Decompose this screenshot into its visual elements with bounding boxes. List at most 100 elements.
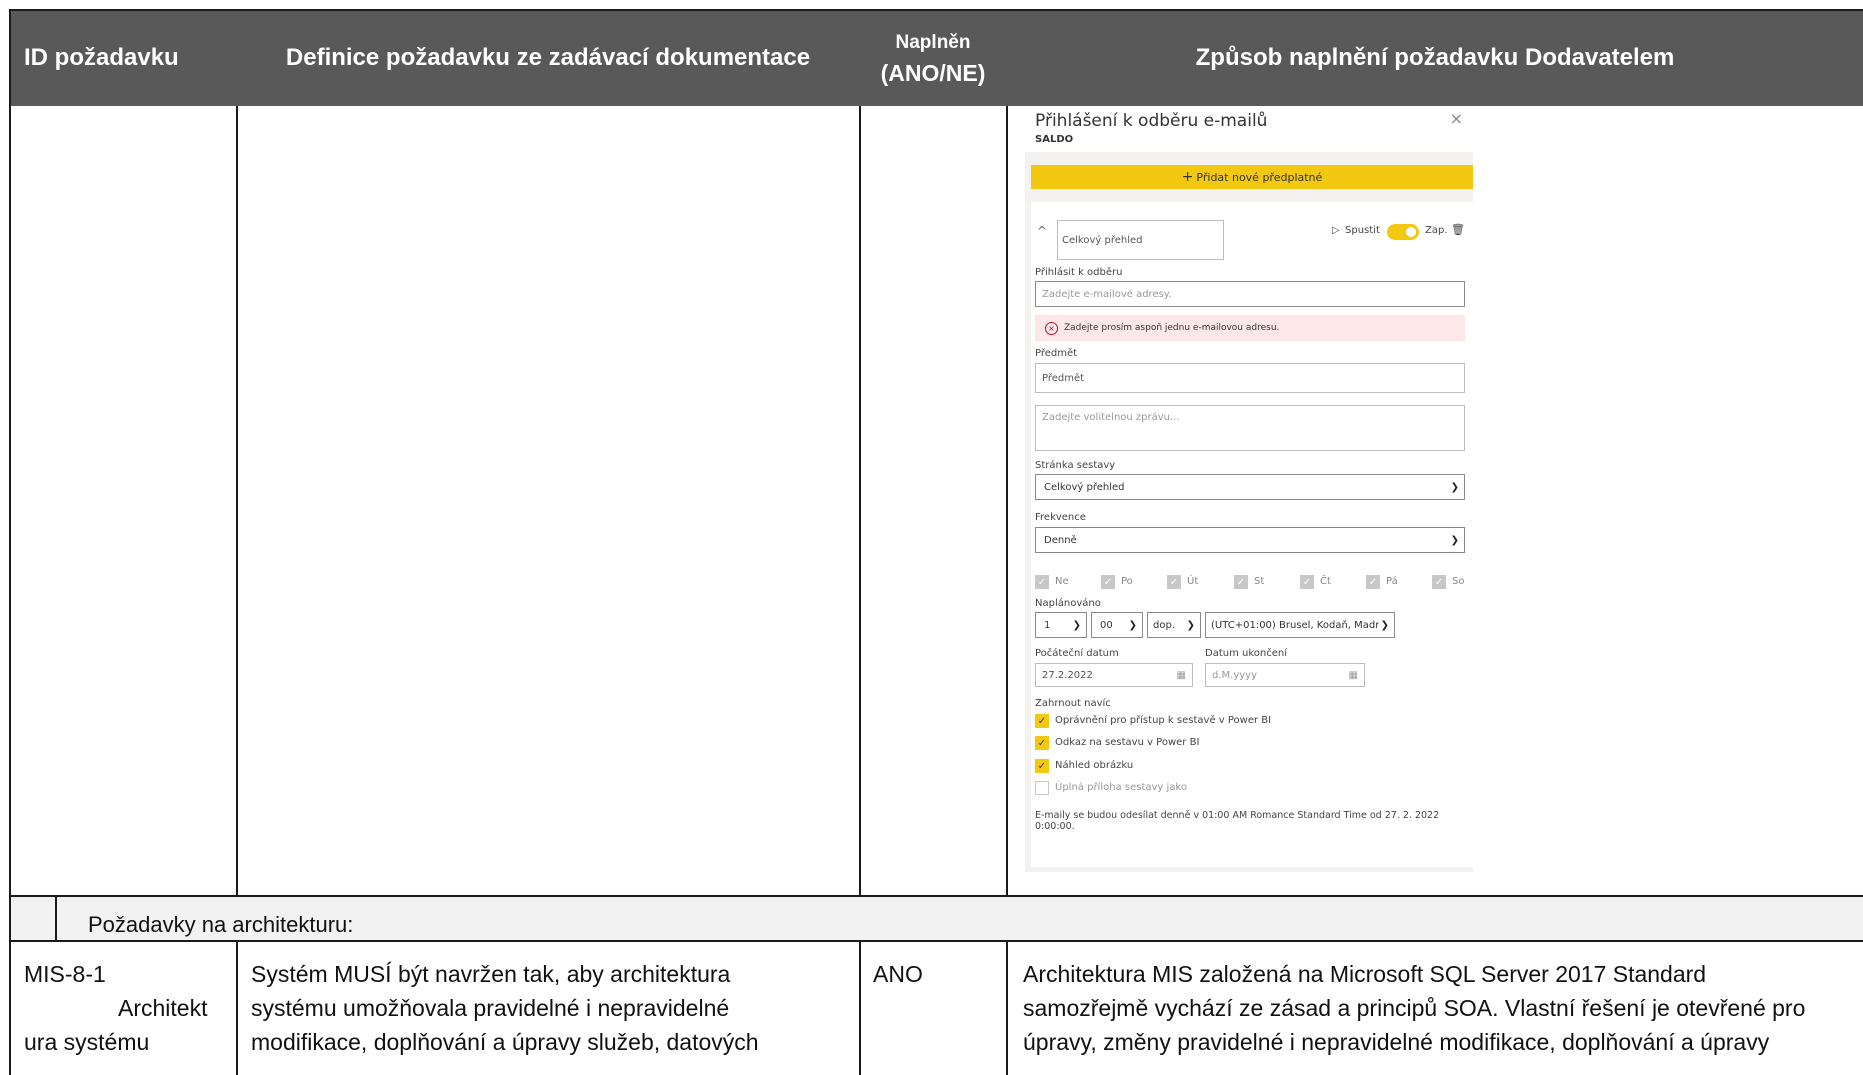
col-divider-4 bbox=[236, 941, 238, 1075]
schedule-summary-line2: 0:00:00. bbox=[1035, 821, 1075, 832]
error-message: Zadejte prosím aspoň jednu e-mailovou ad… bbox=[1064, 323, 1280, 333]
include-label-link: Odkaz na sestavu v Power BI bbox=[1055, 737, 1200, 748]
header-fulfilled-line2: (ANO/NE) bbox=[880, 60, 986, 86]
col-divider-6 bbox=[1006, 941, 1008, 1075]
row-method-line2: samozřejmě vychází ze zásad a principů S… bbox=[1023, 995, 1806, 1021]
include-label-permissions: Oprávnění pro přístup k sestavě v Power … bbox=[1055, 715, 1272, 726]
frequency-label: Frekvence bbox=[1035, 512, 1086, 523]
chevron-down-icon: ❯ bbox=[1450, 534, 1459, 546]
header-fulfilled: Naplněn (ANO/NE) bbox=[860, 10, 1006, 106]
start-date-label: Počáteční datum bbox=[1035, 648, 1119, 659]
add-subscription-button[interactable]: + Přidat nové předplatné bbox=[1031, 165, 1473, 189]
email-input[interactable]: Zadejte e-mailové adresy. bbox=[1035, 281, 1465, 307]
include-label-attachment: Úplná příloha sestavy jako bbox=[1055, 782, 1187, 793]
subscription-screenshot: Přihlášení k odběru e-mailů SALDO × + Př… bbox=[1025, 107, 1473, 877]
day-checkbox-ct[interactable]: ✓ bbox=[1300, 575, 1314, 589]
include-checkbox-attachment[interactable] bbox=[1035, 781, 1049, 795]
day-label-ct: Čt bbox=[1320, 576, 1331, 587]
end-date-placeholder: d.M.yyyy bbox=[1212, 669, 1258, 681]
run-icon[interactable]: ▷ bbox=[1332, 225, 1340, 236]
minute-select[interactable]: 00 ❯ bbox=[1091, 612, 1143, 638]
start-date-value: 27.2.2022 bbox=[1042, 669, 1093, 681]
day-label-po: Po bbox=[1121, 576, 1133, 587]
include-label: Zahrnout navíc bbox=[1035, 698, 1111, 709]
dialog-subtitle: SALDO bbox=[1035, 134, 1074, 145]
calendar-icon[interactable]: ▦ bbox=[1177, 670, 1186, 681]
ampm-value: dop. bbox=[1153, 619, 1175, 631]
row-id-line2: Architekt bbox=[118, 995, 208, 1021]
row-id-line3: ura systému bbox=[24, 1029, 150, 1055]
frequency-select[interactable]: Denně ❯ bbox=[1035, 527, 1465, 553]
close-icon[interactable]: × bbox=[1450, 109, 1463, 128]
include-checkbox-permissions[interactable]: ✓ bbox=[1035, 714, 1049, 728]
enabled-toggle[interactable] bbox=[1387, 224, 1419, 240]
header-method: Způsob naplnění požadavku Dodavatelem bbox=[1007, 10, 1863, 106]
chevron-down-icon: ❯ bbox=[1128, 619, 1137, 631]
header-fulfilled-line1: Naplněn bbox=[895, 32, 971, 53]
day-checkbox-po[interactable]: ✓ bbox=[1101, 575, 1115, 589]
day-checkbox-pa[interactable]: ✓ bbox=[1366, 575, 1380, 589]
row-id-line1: MIS-8-1 bbox=[24, 961, 106, 987]
day-checkbox-ut[interactable]: ✓ bbox=[1167, 575, 1181, 589]
row-divider-2 bbox=[9, 940, 1863, 942]
start-date-input[interactable]: 27.2.2022 ▦ bbox=[1035, 663, 1193, 687]
error-icon: × bbox=[1045, 321, 1058, 335]
dialog-title: Přihlášení k odběru e-mailů bbox=[1035, 111, 1268, 131]
chevron-down-icon: ❯ bbox=[1450, 481, 1459, 493]
end-date-input[interactable]: d.M.yyyy ▦ bbox=[1205, 663, 1365, 687]
plus-icon: + bbox=[1181, 169, 1194, 185]
hour-value: 1 bbox=[1044, 619, 1051, 631]
row-fulfilled: ANO bbox=[873, 961, 923, 987]
row-definition-line2: systému umožňovala pravidelné i nepravid… bbox=[251, 995, 730, 1021]
day-checkbox-ne[interactable]: ✓ bbox=[1035, 575, 1049, 589]
col-divider-5 bbox=[859, 941, 861, 1075]
day-checkbox-st[interactable]: ✓ bbox=[1234, 575, 1248, 589]
calendar-icon[interactable]: ▦ bbox=[1349, 670, 1358, 681]
report-page-select[interactable]: Celkový přehled ❯ bbox=[1035, 474, 1465, 500]
chevron-down-icon: ❯ bbox=[1186, 619, 1195, 631]
report-page-value: Celkový přehled bbox=[1044, 481, 1125, 493]
include-checkbox-preview[interactable]: ✓ bbox=[1035, 759, 1049, 773]
minute-value: 00 bbox=[1100, 619, 1113, 631]
subject-input[interactable]: Předmět bbox=[1035, 363, 1465, 393]
header-method-label: Způsob naplnění požadavku Dodavatelem bbox=[1195, 44, 1675, 71]
timezone-value: (UTC+01:00) Brusel, Kodaň, Madr bbox=[1211, 619, 1380, 631]
row-method-line3: úpravy, změny pravidelné i nepravidelné … bbox=[1023, 1029, 1770, 1055]
ampm-select[interactable]: dop. ❯ bbox=[1147, 612, 1201, 638]
hour-select[interactable]: 1 ❯ bbox=[1035, 612, 1087, 638]
subject-label: Předmět bbox=[1035, 348, 1078, 359]
trash-icon[interactable]: 🗑 bbox=[1451, 223, 1465, 236]
day-label-st: St bbox=[1254, 576, 1265, 587]
table-border-top bbox=[9, 9, 1863, 11]
day-label-so: So bbox=[1452, 576, 1465, 587]
header-definition-label: Definice požadavku ze zadávací dokumenta… bbox=[285, 44, 811, 71]
run-button[interactable]: Spustit bbox=[1345, 225, 1380, 236]
email-error: × Zadejte prosím aspoň jednu e-mailovou … bbox=[1035, 315, 1465, 341]
row-definition-line3: modifikace, doplňování a úpravy služeb, … bbox=[251, 1029, 759, 1055]
day-checkbox-so[interactable]: ✓ bbox=[1432, 575, 1446, 589]
timezone-select[interactable]: (UTC+01:00) Brusel, Kodaň, Madr ❯ bbox=[1205, 612, 1395, 638]
header-id-label: ID požadavku bbox=[24, 44, 179, 71]
subscription-name-field[interactable]: Celkový přehled bbox=[1057, 220, 1224, 260]
row-definition-line1: Systém MUSÍ být navržen tak, aby archite… bbox=[251, 961, 731, 987]
col-divider-2 bbox=[859, 106, 861, 896]
chevron-down-icon: ❯ bbox=[1072, 619, 1081, 631]
section-indent-divider bbox=[55, 897, 57, 941]
include-checkbox-link[interactable]: ✓ bbox=[1035, 736, 1049, 750]
header-id: ID požadavku bbox=[10, 10, 236, 106]
section-title: Požadavky na architekturu: bbox=[88, 912, 354, 937]
day-label-ut: Út bbox=[1187, 576, 1199, 587]
scheduled-label: Naplánováno bbox=[1035, 598, 1101, 609]
day-label-pa: Pá bbox=[1386, 576, 1398, 587]
add-subscription-label: Přidat nové předplatné bbox=[1196, 170, 1323, 184]
toggle-label: Zap. bbox=[1425, 225, 1448, 236]
chevron-down-icon: ❯ bbox=[1380, 619, 1389, 631]
col-divider-3 bbox=[1006, 106, 1008, 896]
collapse-icon[interactable]: ^ bbox=[1037, 224, 1047, 238]
frequency-value: Denně bbox=[1044, 534, 1077, 546]
include-label-preview: Náhled obrázku bbox=[1055, 760, 1134, 771]
report-page-label: Stránka sestavy bbox=[1035, 460, 1116, 471]
message-input[interactable]: Zadejte volitelnou zprávu... bbox=[1035, 405, 1465, 451]
row-method-line1: Architektura MIS založená na Microsoft S… bbox=[1023, 961, 1707, 987]
end-date-label: Datum ukončení bbox=[1205, 648, 1288, 659]
